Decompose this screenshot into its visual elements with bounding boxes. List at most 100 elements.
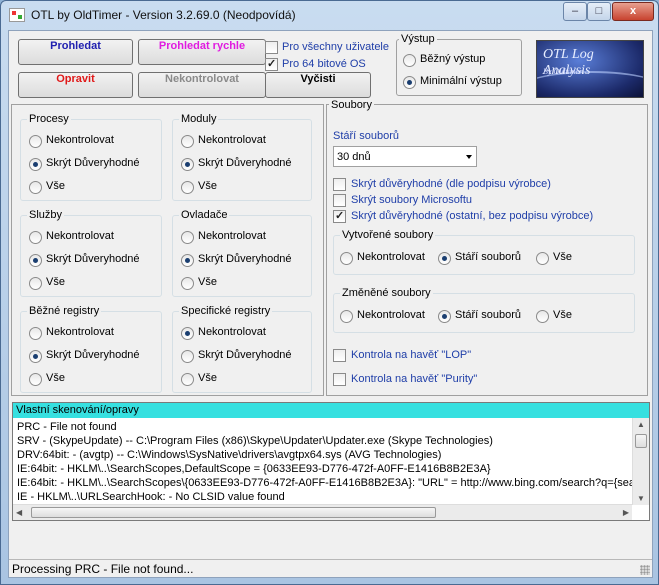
drivers-none-radio[interactable] [181,231,194,244]
processes-hide-trusted-radio[interactable] [29,158,42,171]
modified-files-title: Změněné soubory [340,287,433,299]
app-icon [9,8,25,22]
created-none-radio[interactable] [340,252,353,265]
all-users-checkbox[interactable] [265,41,278,54]
horizontal-scrollbar[interactable]: ◀ ▶ [13,504,632,520]
minimal-output-radio[interactable] [403,76,416,89]
log-line: SRV - (SkypeUpdate) -- C:\Program Files … [17,435,493,447]
drivers-hide-trusted-label: Skrýt Důveryhodné [198,253,292,265]
common-registry-none-radio[interactable] [29,327,42,340]
custom-scan-textarea[interactable]: Vlastní skenování/opravy PRC - File not … [12,402,650,521]
modules-all-label: Vše [198,180,217,192]
modified-all-radio[interactable] [536,310,549,323]
drivers-none-label: Nekontrolovat [198,230,266,242]
services-none-label: Nekontrolovat [46,230,114,242]
quick-scan-button[interactable]: Prohledat rychle [138,39,266,65]
processes-group: Procesy Nekontrolovat Skrýt Důveryhodné … [20,113,162,201]
file-age-label: Stáří souborů [333,130,400,142]
files-pane: Soubory Stáří souborů 30 dnů Skrýt důvěr… [326,99,648,396]
common-registry-none-label: Nekontrolovat [46,326,114,338]
services-all-radio[interactable] [29,277,42,290]
lop-checkbox[interactable] [333,349,346,362]
horizontal-scroll-thumb[interactable] [31,507,436,518]
clean-button[interactable]: Vyčisti [265,72,371,98]
minimize-button[interactable]: – [563,2,587,21]
otl-logo-image: OTL Log Analysis By Oldtimer [536,40,644,98]
common-registry-hide-trusted-label: Skrýt Důveryhodné [46,349,140,361]
fix-button[interactable]: Opravit [18,72,133,98]
standard-output-label: Běžný výstup [420,53,486,65]
specific-registry-none-radio[interactable] [181,327,194,340]
created-age-radio[interactable] [438,252,451,265]
specific-registry-all-label: Vše [198,372,217,384]
created-all-label: Vše [553,251,572,263]
all-users-label: Pro všechny uživatele [282,41,389,53]
status-text: Processing PRC - File not found... [12,562,194,576]
lop-label: Kontrola na havěť "LOP" [351,349,472,361]
hide-microsoft-label: Skrýt soubory Microsoftu [351,194,473,206]
modified-none-label: Nekontrolovat [357,309,425,321]
created-files-group: Vytvořené soubory Nekontrolovat Stáří so… [333,229,635,275]
purity-label: Kontrola na havěť "Purity" [351,373,478,385]
maximize-button[interactable]: □ [587,2,611,21]
file-age-select[interactable]: 30 dnů [333,146,477,167]
os64-checkbox[interactable] [265,57,278,71]
hide-trusted-signed-label: Skrýt důvěryhodné (dle podpisu výrobce) [351,178,551,190]
specific-registry-hide-trusted-label: Skrýt Důveryhodné [198,349,292,361]
scroll-right-icon[interactable]: ▶ [623,508,629,517]
main-window: OTL by OldTimer - Version 3.2.69.0 (Neod… [0,0,659,585]
created-all-radio[interactable] [536,252,549,265]
services-group-title: Služby [27,209,65,221]
modified-age-label: Stáří souborů [455,309,522,321]
common-registry-group-title: Běžné registry [27,305,102,317]
log-line: DRV:64bit: - (avgtp) -- C:\Windows\SysNa… [17,449,442,461]
scroll-up-icon[interactable]: ▲ [633,420,649,429]
modules-hide-trusted-radio[interactable] [181,158,194,171]
hide-microsoft-checkbox[interactable] [333,194,346,207]
title-bar[interactable]: OTL by OldTimer - Version 3.2.69.0 (Neod… [1,1,658,29]
scroll-down-icon[interactable]: ▼ [633,494,649,503]
services-hide-trusted-radio[interactable] [29,254,42,267]
scan-button[interactable]: Prohledat [18,39,133,65]
modified-none-radio[interactable] [340,310,353,323]
common-registry-hide-trusted-radio[interactable] [29,350,42,363]
specific-registry-group: Specifické registry Nekontrolovat Skrýt … [172,305,312,393]
vertical-scrollbar[interactable]: ▲ ▼ [632,418,649,505]
modified-age-radio[interactable] [438,310,451,323]
scroll-left-icon[interactable]: ◀ [16,508,22,517]
output-group: Výstup Běžný výstup Minimální výstup [396,33,522,96]
services-group: Služby Nekontrolovat Skrýt Důveryhodné V… [20,209,162,297]
vertical-scroll-thumb[interactable] [635,434,647,448]
drivers-group-title: Ovladače [179,209,230,221]
processes-none-radio[interactable] [29,135,42,148]
created-files-title: Vytvořené soubory [340,229,436,241]
modified-files-group: Změněné soubory Nekontrolovat Stáří soub… [333,287,635,333]
modules-none-label: Nekontrolovat [198,134,266,146]
custom-scan-title: Vlastní skenování/opravy [13,403,649,418]
services-all-label: Vše [46,276,65,288]
hide-trusted-signed-checkbox[interactable] [333,178,346,191]
specific-registry-all-radio[interactable] [181,373,194,386]
minimal-output-label: Minimální výstup [420,75,502,87]
processes-all-radio[interactable] [29,181,42,194]
os64-label: Pro 64 bitové OS [282,58,366,70]
common-registry-all-radio[interactable] [29,373,42,386]
modules-all-radio[interactable] [181,181,194,194]
unchecked-button[interactable]: Nekontrolovat [138,72,266,98]
services-none-radio[interactable] [29,231,42,244]
services-hide-trusted-label: Skrýt Důveryhodné [46,253,140,265]
drivers-all-radio[interactable] [181,277,194,290]
window-title: OTL by OldTimer - Version 3.2.69.0 (Neod… [31,8,296,22]
resize-grip-icon[interactable] [640,565,650,575]
drivers-hide-trusted-radio[interactable] [181,254,194,267]
processes-none-label: Nekontrolovat [46,134,114,146]
output-group-title: Výstup [399,33,437,45]
modules-none-radio[interactable] [181,135,194,148]
standard-output-radio[interactable] [403,54,416,67]
close-button[interactable]: x [612,2,654,21]
purity-checkbox[interactable] [333,373,346,386]
status-bar: Processing PRC - File not found... [9,559,652,577]
specific-registry-hide-trusted-radio[interactable] [181,350,194,363]
hide-trusted-other-checkbox[interactable] [333,209,346,223]
modified-all-label: Vše [553,309,572,321]
